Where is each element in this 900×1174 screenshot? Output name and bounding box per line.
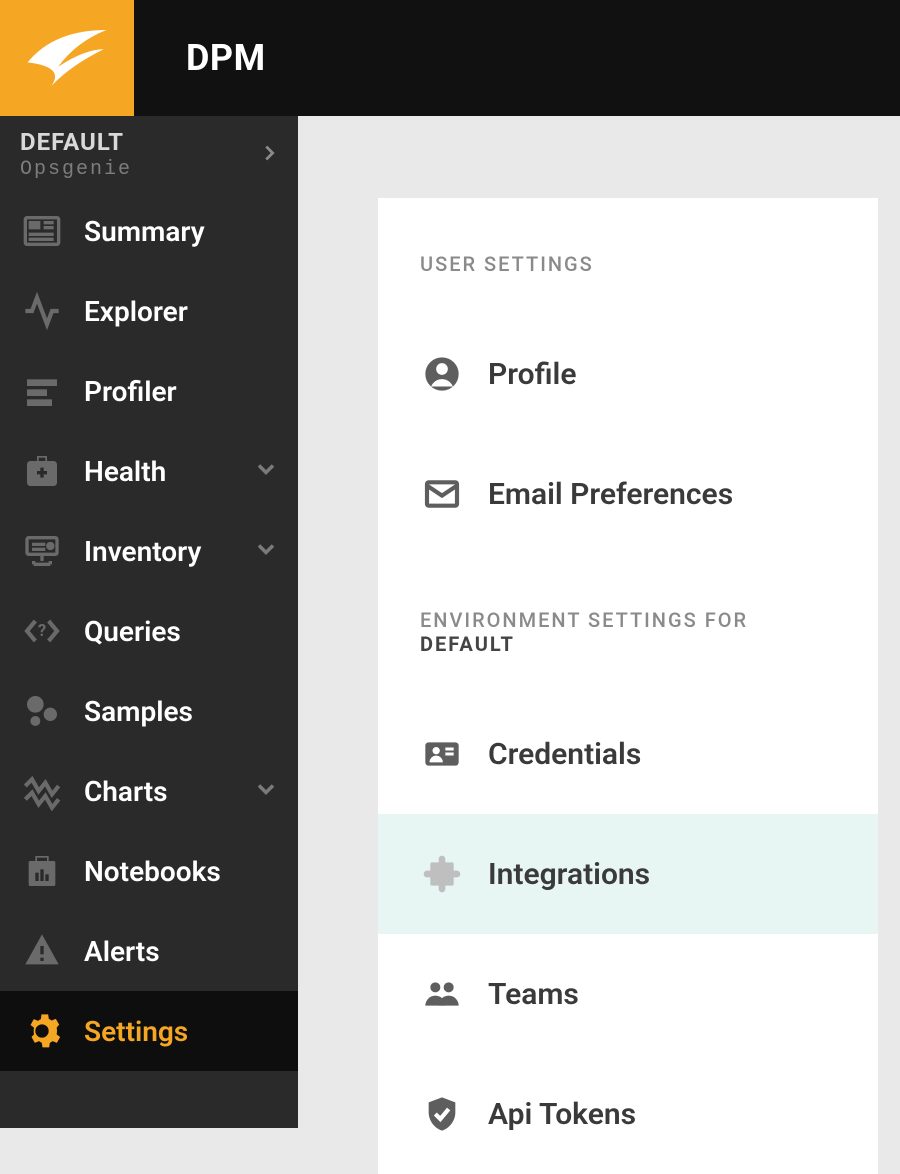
queries-icon: ? <box>18 607 66 655</box>
environment-selector[interactable]: DEFAULT Opsgenie <box>0 116 298 191</box>
gear-icon <box>18 1007 66 1055</box>
settings-item-label: Credentials <box>488 737 641 772</box>
sidebar-item-alerts[interactable]: Alerts <box>0 911 298 991</box>
sidebar-item-label: Explorer <box>84 295 280 328</box>
app-title: DPM <box>134 0 266 116</box>
user-settings-list: Profile Email Preferences <box>378 314 878 554</box>
env-settings-env-name: DEFAULT <box>420 632 515 656</box>
chevron-down-icon <box>252 775 280 807</box>
settings-item-email-preferences[interactable]: Email Preferences <box>378 434 878 554</box>
teams-icon <box>418 970 466 1018</box>
health-icon <box>18 447 66 495</box>
sidebar-item-label: Inventory <box>84 535 252 568</box>
summary-icon <box>18 207 66 255</box>
activity-icon <box>18 287 66 335</box>
topbar: DPM <box>0 0 900 116</box>
settings-item-teams[interactable]: Teams <box>378 934 878 1054</box>
mail-icon <box>418 470 466 518</box>
settings-panel: USER SETTINGS Profile Email Preferences … <box>378 198 878 1174</box>
id-card-icon <box>418 730 466 778</box>
sidebar-item-health[interactable]: Health <box>0 431 298 511</box>
settings-item-label: Integrations <box>488 857 650 892</box>
sidebar-item-label: Queries <box>84 615 280 648</box>
settings-item-label: Api Tokens <box>488 1097 636 1132</box>
chevron-down-icon <box>252 535 280 567</box>
sidebar-item-label: Alerts <box>84 935 280 968</box>
sidebar-item-label: Settings <box>84 1015 280 1048</box>
settings-item-label: Email Preferences <box>488 477 733 512</box>
shield-check-icon <box>418 1090 466 1138</box>
profile-icon <box>418 350 466 398</box>
sidebar: DEFAULT Opsgenie Summary Explorer <box>0 116 298 1128</box>
env-settings-heading: ENVIRONMENT SETTINGS FOR DEFAULT <box>378 554 878 666</box>
main-content: USER SETTINGS Profile Email Preferences … <box>298 116 900 1128</box>
user-settings-heading: USER SETTINGS <box>378 198 878 286</box>
sidebar-item-summary[interactable]: Summary <box>0 191 298 271</box>
profiler-icon <box>18 367 66 415</box>
server-icon <box>18 527 66 575</box>
sidebar-nav: Summary Explorer Profiler Health <box>0 191 298 1071</box>
settings-item-integrations[interactable]: Integrations <box>378 814 878 934</box>
settings-item-label: Profile <box>488 357 576 392</box>
environment-subtitle: Opsgenie <box>20 158 278 181</box>
charts-icon <box>18 767 66 815</box>
sidebar-item-label: Health <box>84 455 252 488</box>
settings-item-profile[interactable]: Profile <box>378 314 878 434</box>
clipboard-chart-icon <box>18 847 66 895</box>
sidebar-item-label: Profiler <box>84 375 280 408</box>
sidebar-item-settings[interactable]: Settings <box>0 991 298 1071</box>
svg-text:?: ? <box>38 622 46 641</box>
env-settings-list: Credentials Integrations Teams <box>378 694 878 1174</box>
settings-item-api-tokens[interactable]: Api Tokens <box>378 1054 878 1174</box>
sidebar-item-charts[interactable]: Charts <box>0 751 298 831</box>
settings-item-credentials[interactable]: Credentials <box>378 694 878 814</box>
sidebar-item-inventory[interactable]: Inventory <box>0 511 298 591</box>
sidebar-item-profiler[interactable]: Profiler <box>0 351 298 431</box>
sidebar-item-samples[interactable]: Samples <box>0 671 298 751</box>
puzzle-icon <box>418 850 466 898</box>
sidebar-item-queries[interactable]: ? Queries <box>0 591 298 671</box>
sidebar-item-label: Charts <box>84 775 252 808</box>
sidebar-item-label: Summary <box>84 215 280 248</box>
sidebar-item-explorer[interactable]: Explorer <box>0 271 298 351</box>
settings-item-label: Teams <box>488 977 579 1012</box>
sidebar-item-notebooks[interactable]: Notebooks <box>0 831 298 911</box>
sidebar-item-label: Samples <box>84 695 280 728</box>
bubbles-icon <box>18 687 66 735</box>
sidebar-item-label: Notebooks <box>84 855 280 888</box>
env-settings-prefix: ENVIRONMENT SETTINGS FOR <box>420 608 748 632</box>
chevron-down-icon <box>252 455 280 487</box>
solarwinds-logo-icon <box>23 23 111 93</box>
logo[interactable] <box>0 0 134 116</box>
chevron-right-icon <box>258 142 280 168</box>
environment-name: DEFAULT <box>20 128 278 156</box>
alert-icon <box>18 927 66 975</box>
